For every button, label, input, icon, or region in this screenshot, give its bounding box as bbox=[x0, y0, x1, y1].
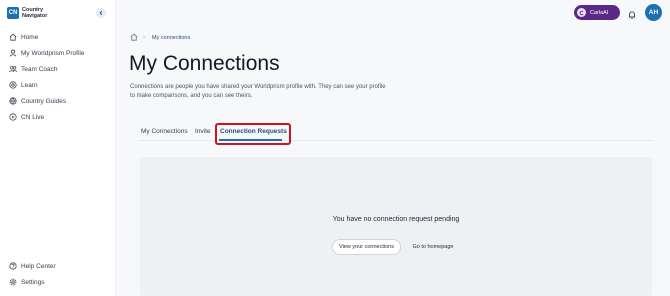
highlight-annotation bbox=[215, 123, 291, 145]
breadcrumb: › My connections bbox=[130, 33, 190, 43]
sidebar-item-team-coach[interactable]: Team Coach bbox=[8, 61, 112, 77]
sidebar-item-label: My Worldprism Profile bbox=[21, 49, 85, 57]
collapse-sidebar-button[interactable] bbox=[96, 8, 106, 18]
empty-state-message: You have no connection request pending bbox=[332, 216, 460, 223]
page-description: Connections are people you have shared y… bbox=[130, 84, 386, 99]
sidebar-item-settings[interactable]: Settings bbox=[8, 274, 112, 290]
logo-mark: CN bbox=[7, 7, 19, 19]
tab-my-connections[interactable]: My Connections bbox=[141, 128, 188, 135]
country-navigator-logo[interactable]: CN Country Navigator bbox=[7, 7, 47, 19]
sidebar-item-label: Country Guides bbox=[21, 97, 67, 105]
logo-text: Country Navigator bbox=[22, 7, 47, 19]
carla-ai-icon bbox=[577, 8, 586, 17]
tab-invite[interactable]: Invite bbox=[195, 128, 211, 135]
team-icon bbox=[8, 65, 17, 74]
gear-icon bbox=[8, 278, 17, 287]
sidebar-item-label: Learn bbox=[21, 81, 38, 89]
sidebar: CN Country Navigator Home My Worldprism … bbox=[0, 0, 116, 296]
sidebar-item-worldprism-profile[interactable]: My Worldprism Profile bbox=[8, 45, 112, 61]
carla-ai-button[interactable]: CarlaAI bbox=[574, 5, 620, 20]
sidebar-item-learn[interactable]: Learn bbox=[8, 77, 112, 93]
sidebar-item-label: Team Coach bbox=[21, 65, 58, 73]
sidebar-item-label: CN Live bbox=[21, 113, 45, 121]
live-icon bbox=[8, 113, 17, 122]
globe-icon bbox=[8, 97, 17, 106]
carla-ai-label: CarlaAI bbox=[590, 9, 609, 16]
view-connections-button[interactable]: View your connections bbox=[332, 239, 401, 255]
go-to-homepage-button[interactable]: Go to homepage bbox=[408, 239, 458, 255]
sidebar-nav: Home My Worldprism Profile Team Coach Le… bbox=[8, 29, 112, 125]
sidebar-item-home[interactable]: Home bbox=[8, 29, 112, 45]
chevron-right-icon: › bbox=[143, 35, 145, 41]
learn-icon bbox=[8, 81, 17, 90]
sidebar-bottom-nav: Help Center Settings bbox=[8, 258, 112, 290]
chevron-left-icon bbox=[99, 10, 103, 16]
sidebar-item-cn-live[interactable]: CN Live bbox=[8, 109, 112, 125]
requests-panel: You have no connection request pending V… bbox=[140, 157, 652, 296]
sidebar-item-country-guides[interactable]: Country Guides bbox=[8, 93, 112, 109]
sidebar-item-label: Settings bbox=[21, 278, 45, 286]
user-icon bbox=[8, 49, 17, 58]
user-avatar[interactable]: AH bbox=[645, 4, 662, 21]
breadcrumb-current: My connections bbox=[152, 35, 191, 41]
help-icon bbox=[8, 262, 17, 271]
page-title: My Connections bbox=[129, 52, 280, 75]
home-icon[interactable] bbox=[130, 33, 138, 43]
notifications-bell-icon[interactable] bbox=[627, 7, 637, 19]
logo-line-2: Navigator bbox=[22, 13, 48, 19]
home-icon bbox=[8, 33, 17, 42]
top-bar: CarlaAI AH bbox=[117, 0, 670, 28]
sidebar-item-label: Home bbox=[21, 33, 39, 41]
sidebar-item-help-center[interactable]: Help Center bbox=[8, 258, 112, 274]
sidebar-item-label: Help Center bbox=[21, 262, 56, 270]
